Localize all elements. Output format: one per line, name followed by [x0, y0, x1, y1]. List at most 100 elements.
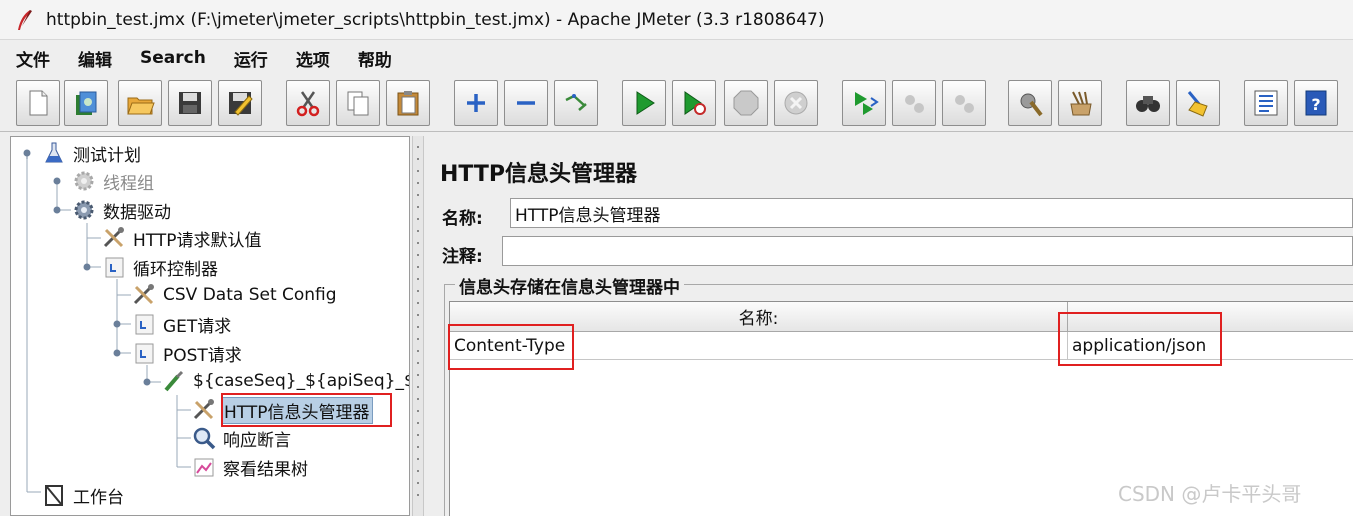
- expand-all-button[interactable]: [454, 80, 498, 126]
- controller-icon: [105, 257, 124, 278]
- splitter-grip-dot: [417, 302, 419, 304]
- function-helper-button[interactable]: [1244, 80, 1288, 126]
- splitter-grip-dot: [417, 206, 419, 208]
- new-button[interactable]: [16, 80, 60, 126]
- tree-node-results-tree[interactable]: 察看结果树: [191, 454, 310, 480]
- clear-button[interactable]: [1008, 80, 1052, 126]
- help-button[interactable]: ?: [1294, 80, 1338, 126]
- tree-expand-handle[interactable]: [51, 175, 63, 187]
- save-as-button[interactable]: [218, 80, 262, 126]
- tree-node-label: 测试计划: [73, 145, 141, 166]
- start-button[interactable]: [622, 80, 666, 126]
- splitter-grip-dot: [417, 194, 419, 196]
- tree-node-test-plan[interactable]: 测试计划: [41, 140, 143, 166]
- open-button[interactable]: [118, 80, 162, 126]
- paste-icon: [397, 91, 419, 116]
- panel-splitter[interactable]: [412, 136, 424, 516]
- start-no-pause-icon: [684, 91, 706, 115]
- tree-node-label: 循环控制器: [133, 259, 218, 280]
- column-header-value[interactable]: [1068, 302, 1353, 332]
- tree-expand-handle[interactable]: [111, 347, 123, 359]
- remote-start-button[interactable]: [842, 80, 886, 126]
- header-manager-panel: HTTP信息头管理器 名称: HTTP信息头管理器 注释: 信息头存储在信息头管…: [426, 136, 1353, 516]
- tree-node-response-assertion[interactable]: 响应断言: [191, 425, 293, 451]
- tree-node-label-selected: HTTP信息头管理器: [221, 396, 373, 424]
- jmeter-window: httpbin_test.jmx (F:\jmeter\jmeter_scrip…: [0, 0, 1353, 516]
- splitter-grip-dot: [417, 182, 419, 184]
- tree-node-data-driven[interactable]: 数据驱动: [71, 197, 173, 223]
- thread-group-icon: [74, 171, 94, 191]
- search-button[interactable]: [1126, 80, 1170, 126]
- name-field[interactable]: HTTP信息头管理器: [510, 198, 1353, 228]
- splitter-grip-dot: [417, 374, 419, 376]
- menu-run[interactable]: 运行: [230, 44, 272, 73]
- tree-node-workbench[interactable]: 工作台: [41, 482, 126, 508]
- splitter-grip-dot: [417, 446, 419, 448]
- svg-text:?: ?: [1311, 95, 1320, 114]
- menu-options[interactable]: 选项: [292, 44, 334, 73]
- tree-node-thread-group[interactable]: 线程组: [71, 168, 156, 194]
- tree-expand-handle[interactable]: [141, 376, 153, 388]
- reset-search-icon: [1187, 91, 1208, 117]
- menu-search[interactable]: Search: [136, 46, 210, 70]
- splitter-grip-dot: [417, 170, 419, 172]
- shutdown-button[interactable]: [774, 80, 818, 126]
- headers-group-title: 信息头存储在信息头管理器中: [455, 273, 684, 298]
- tree-expand-handle[interactable]: [21, 147, 33, 159]
- clear-icon: [1020, 93, 1043, 117]
- tree-node-header-manager[interactable]: HTTP信息头管理器: [191, 396, 373, 424]
- splitter-grip-dot: [417, 266, 419, 268]
- cut-icon: [296, 91, 320, 117]
- stop-icon: [733, 90, 759, 116]
- remote-stop-button[interactable]: [892, 80, 936, 126]
- comment-field[interactable]: [502, 236, 1353, 266]
- test-plan-tree: 测试计划 线程组 数据驱动 HTTP请求默认值 循环控制器 CSV Data S…: [10, 136, 410, 516]
- thread-group-icon: [74, 200, 94, 220]
- workbench-icon: [45, 485, 63, 506]
- splitter-grip-dot: [417, 398, 419, 400]
- templates-button[interactable]: [64, 80, 108, 126]
- tree-expand-handle[interactable]: [51, 204, 63, 216]
- menu-edit[interactable]: 编辑: [74, 44, 116, 73]
- start-no-pause-button[interactable]: [672, 80, 716, 126]
- menu-file[interactable]: 文件: [12, 44, 54, 73]
- splitter-grip-dot: [417, 326, 419, 328]
- paste-button[interactable]: [386, 80, 430, 126]
- header-name-cell[interactable]: Content-Type: [450, 332, 1068, 360]
- toggle-icon: [565, 94, 587, 111]
- tree-node-loop-controller[interactable]: 循环控制器: [101, 254, 220, 280]
- tree-node-http-defaults[interactable]: HTTP请求默认值: [101, 225, 264, 251]
- tree-node-csv-config[interactable]: CSV Data Set Config: [131, 282, 339, 308]
- tree-expand-handle[interactable]: [81, 261, 93, 273]
- copy-button[interactable]: [336, 80, 380, 126]
- tree-node-post-request[interactable]: POST请求: [131, 340, 244, 366]
- cut-button[interactable]: [286, 80, 330, 126]
- tree-node-http-sampler[interactable]: ${caseSeq}_${apiSeq}_$: [161, 368, 410, 394]
- header-value-cell[interactable]: application/json: [1068, 332, 1353, 360]
- toggle-button[interactable]: [554, 80, 598, 126]
- splitter-grip-dot: [417, 158, 419, 160]
- shutdown-icon: [784, 91, 808, 115]
- column-header-name[interactable]: 名称:: [450, 302, 1068, 332]
- reset-search-button[interactable]: [1176, 80, 1220, 126]
- templates-icon: [76, 91, 97, 115]
- collapse-all-button[interactable]: [504, 80, 548, 126]
- tree-node-label: 线程组: [103, 173, 154, 194]
- splitter-grip-dot: [417, 218, 419, 220]
- stop-button[interactable]: [724, 80, 768, 126]
- remote-shutdown-button[interactable]: [942, 80, 986, 126]
- watermark: CSDN @卢卡平头哥: [1118, 482, 1302, 506]
- tree-expand-handle[interactable]: [111, 318, 123, 330]
- splitter-grip-dot: [417, 494, 419, 496]
- config-element-icon: [133, 284, 154, 305]
- splitter-grip-dot: [417, 470, 419, 472]
- controller-icon: [135, 314, 154, 335]
- splitter-grip-dot: [417, 230, 419, 232]
- save-button[interactable]: [168, 80, 212, 126]
- tree-node-get-request[interactable]: GET请求: [131, 311, 233, 337]
- tree-node-label: ${caseSeq}_${apiSeq}_$: [193, 371, 410, 391]
- panel-title: HTTP信息头管理器: [440, 162, 638, 187]
- menu-help[interactable]: 帮助: [354, 44, 396, 73]
- clear-all-button[interactable]: [1058, 80, 1102, 126]
- splitter-grip-dot: [417, 362, 419, 364]
